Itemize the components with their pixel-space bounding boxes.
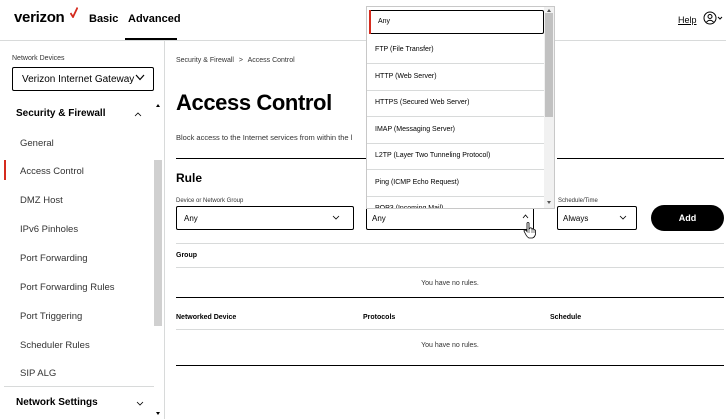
sidebar-divider — [4, 386, 154, 387]
verizon-logo[interactable]: verizon — [14, 9, 65, 26]
chevron-up-icon[interactable] — [134, 112, 142, 117]
page-description: Block access to the Internet services fr… — [176, 133, 353, 142]
dropdown-scrollbar-thumb[interactable] — [545, 13, 553, 117]
group-column-header: Group — [176, 252, 197, 259]
group-table-bottom-border — [176, 297, 724, 298]
device-table-header-border — [176, 329, 724, 330]
sidebar-section-security-firewall[interactable]: Security & Firewall — [16, 108, 105, 119]
group-table-header-border — [176, 267, 724, 268]
breadcrumb-separator: > — [238, 57, 244, 64]
chevron-down-icon[interactable] — [136, 401, 144, 406]
top-bar: verizon Basic Advanced Help — [0, 0, 726, 40]
network-device-select[interactable]: Verizon Internet Gateway — [12, 67, 154, 91]
rule-divider-left — [176, 158, 366, 159]
sidebar-item-port-triggering[interactable]: Port Triggering — [20, 311, 82, 322]
device-table-empty-message: You have no rules. — [421, 342, 479, 349]
dropdown-option-ftp[interactable]: FTP (File Transfer) — [367, 37, 546, 64]
rule-section-title: Rule — [176, 171, 203, 185]
scroll-up-arrow-icon[interactable] — [547, 9, 551, 12]
protocols-column-header: Protocols — [363, 314, 396, 321]
scroll-down-arrow-icon[interactable] — [156, 412, 160, 415]
sidebar-section-network-settings[interactable]: Network Settings — [16, 397, 98, 408]
sidebar-item-ipv6-pinholes[interactable]: IPv6 Pinholes — [20, 224, 78, 235]
dropdown-option-any[interactable]: Any — [369, 10, 544, 34]
service-select[interactable]: Any — [366, 206, 534, 230]
sidebar-item-port-forwarding[interactable]: Port Forwarding — [20, 253, 88, 264]
breadcrumb-item-access-control: Access Control — [247, 57, 295, 64]
logo-checkmark-icon — [70, 7, 78, 18]
dropdown-option-ping[interactable]: Ping (ICMP Echo Request) — [367, 170, 546, 197]
nav-basic-tab[interactable]: Basic — [89, 13, 118, 25]
chevron-up-icon — [522, 214, 529, 219]
dropdown-selected-indicator — [369, 10, 371, 34]
networked-device-column-header: Networked Device — [176, 314, 237, 321]
device-table-bottom-border — [176, 365, 724, 366]
dropdown-option-https[interactable]: HTTPS (Secured Web Server) — [367, 90, 546, 117]
service-dropdown-list[interactable]: Any FTP (File Transfer) HTTP (Web Server… — [366, 6, 555, 209]
sidebar-item-port-forwarding-rules[interactable]: Port Forwarding Rules — [20, 282, 115, 293]
help-link[interactable]: Help — [678, 15, 697, 25]
hand-pointer-cursor-icon — [523, 222, 536, 239]
sidebar-scrollbar-thumb[interactable] — [154, 160, 162, 326]
page-title: Access Control — [176, 90, 332, 115]
device-group-label: Device or Network Group — [176, 198, 244, 204]
dropdown-option-pop3[interactable]: POP3 (Incoming Mail) — [367, 196, 546, 208]
scroll-down-arrow-icon[interactable] — [547, 201, 551, 204]
sidebar-active-indicator — [4, 160, 6, 180]
sidebar-item-dmz-host[interactable]: DMZ Host — [20, 195, 63, 206]
chevron-down-icon — [619, 215, 627, 220]
breadcrumb: Security & Firewall > Access Control — [176, 57, 295, 64]
dropdown-option-l2tp[interactable]: L2TP (Layer Two Tunneling Protocol) — [367, 143, 546, 170]
sidebar-item-general[interactable]: General — [20, 138, 54, 149]
sidebar-item-scheduler-rules[interactable]: Scheduler Rules — [20, 340, 90, 351]
breadcrumb-item-security-firewall[interactable]: Security & Firewall — [176, 57, 234, 64]
dropdown-option-http[interactable]: HTTP (Web Server) — [367, 64, 546, 91]
sidebar-item-access-control[interactable]: Access Control — [20, 166, 84, 177]
sidebar-border — [164, 41, 165, 419]
device-group-select[interactable]: Any — [176, 206, 354, 230]
schedule-time-label: Schedule/Time — [558, 198, 598, 204]
chevron-down-icon — [135, 74, 145, 81]
add-button[interactable]: Add — [651, 205, 724, 231]
nav-advanced-tab[interactable]: Advanced — [128, 13, 181, 25]
user-icon[interactable] — [703, 11, 723, 25]
group-table-empty-message: You have no rules. — [421, 280, 479, 287]
rule-divider-right — [557, 158, 724, 159]
group-table-top-border — [176, 243, 724, 244]
network-devices-label: Network Devices — [12, 55, 65, 62]
chevron-down-icon — [332, 215, 340, 220]
scroll-up-arrow-icon[interactable] — [156, 104, 160, 107]
dropdown-option-imap[interactable]: IMAP (Messaging Server) — [367, 117, 546, 144]
sidebar-item-sip-alg[interactable]: SIP ALG — [20, 368, 56, 379]
schedule-column-header: Schedule — [550, 314, 582, 321]
